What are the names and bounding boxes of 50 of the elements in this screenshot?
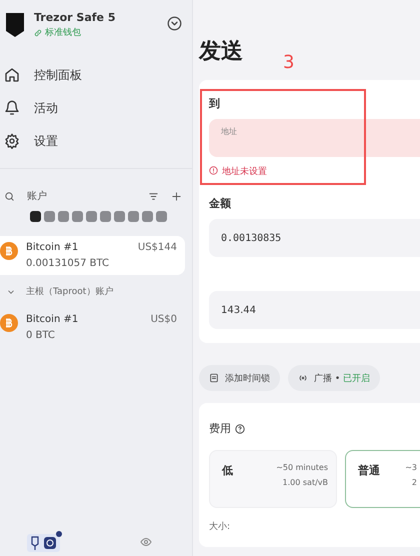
warning-icon bbox=[209, 166, 218, 174]
fee-label: 费用 bbox=[209, 421, 231, 436]
wallet-type: 标准钱包 bbox=[45, 26, 81, 39]
annotation-number: 3 bbox=[283, 52, 294, 73]
chevron-down-icon bbox=[167, 16, 182, 30]
accounts-label: 账户 bbox=[27, 190, 47, 203]
link-icon bbox=[34, 28, 42, 36]
account-item[interactable]: Bitcoin #1 US$144 0.00131057 BTC bbox=[0, 236, 185, 275]
account-balance: 0.00131057 BTC bbox=[26, 258, 110, 269]
filter-icon bbox=[148, 190, 159, 202]
bitcoin-icon bbox=[0, 242, 18, 260]
fiat-amount-field[interactable]: 143.44 bbox=[209, 291, 420, 329]
account-name: Bitcoin #1 bbox=[26, 314, 78, 325]
coin-filter-icon[interactable] bbox=[30, 211, 41, 222]
notification-dot bbox=[56, 530, 62, 536]
home-icon bbox=[4, 67, 20, 83]
group-label: 主根（Taproot）账户 bbox=[26, 286, 114, 298]
device-button[interactable] bbox=[27, 534, 60, 552]
account-item[interactable]: Bitcoin #1 US$0 0 BTC bbox=[0, 308, 185, 347]
size-label: 大小: bbox=[209, 520, 232, 533]
nav-item[interactable]: 活动 bbox=[4, 97, 192, 119]
account-name: Bitcoin #1 bbox=[26, 242, 78, 253]
page-title: 发送 bbox=[199, 38, 243, 66]
device-icon bbox=[31, 536, 39, 550]
account-fiat-value: US$144 bbox=[138, 242, 177, 253]
nav-item[interactable]: 设置 bbox=[4, 130, 192, 152]
help-icon bbox=[235, 424, 245, 434]
fee-option[interactable]: 低 ~50 minutes 1.00 sat/vB bbox=[209, 450, 337, 508]
device-screen-icon bbox=[44, 536, 56, 548]
error-message: 地址未设置 bbox=[222, 166, 267, 178]
calendar-icon bbox=[209, 373, 219, 383]
field-label: 到 bbox=[209, 96, 221, 111]
account-fiat-value: US$0 bbox=[150, 314, 177, 325]
bitcoin-icon bbox=[0, 314, 18, 332]
settings-icon bbox=[4, 133, 20, 149]
eye-icon bbox=[140, 536, 152, 548]
plus-icon bbox=[171, 190, 182, 202]
address-field[interactable]: 地址 bbox=[209, 119, 420, 157]
bell-icon bbox=[4, 100, 20, 116]
device-name: Trezor Safe 5 bbox=[34, 11, 116, 24]
amount-field[interactable]: 0.00130835 bbox=[209, 219, 420, 257]
nav-item[interactable]: 控制面板 bbox=[4, 64, 192, 86]
account-balance: 0 BTC bbox=[26, 330, 56, 341]
field-label: 金额 bbox=[209, 196, 232, 211]
fee-option[interactable]: 普通 ~3 2 bbox=[345, 450, 420, 508]
device-icon bbox=[4, 12, 26, 38]
option-button[interactable]: 广播 • 已开启 bbox=[288, 365, 380, 391]
option-button[interactable]: 添加时间锁 bbox=[199, 365, 280, 391]
broadcast-icon bbox=[298, 373, 308, 383]
search-icon bbox=[4, 190, 15, 202]
